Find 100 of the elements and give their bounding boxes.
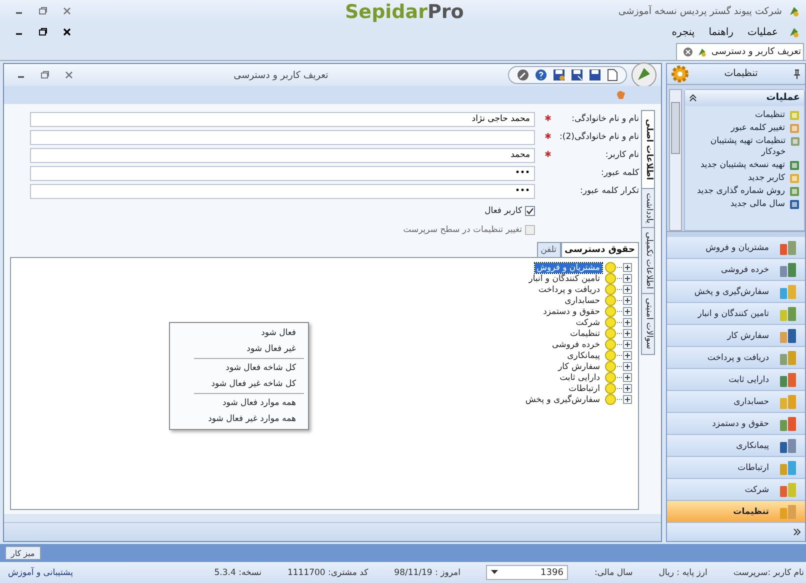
menu-item[interactable]: کل شاخه غیر فعال شود	[170, 376, 308, 392]
app-logo-icon	[631, 62, 657, 88]
module-button[interactable]: مشتریان و فروش	[667, 237, 805, 260]
restore-icon[interactable]	[38, 27, 48, 37]
save-icon[interactable]	[589, 69, 601, 81]
tree-item[interactable]: ارتباطات	[566, 384, 602, 394]
expand-icon[interactable]	[623, 329, 632, 338]
collapse-icon[interactable]	[689, 94, 697, 102]
expand-icon[interactable]	[623, 296, 632, 305]
expand-icon[interactable]	[623, 340, 632, 349]
status-version: نسخه: 5.3.4	[214, 568, 262, 578]
save-close-icon[interactable]	[553, 69, 565, 81]
expand-icon[interactable]	[623, 395, 632, 404]
module-icon	[779, 416, 797, 432]
task-link[interactable]: تهیه نسخه پشتیبان جدید	[700, 160, 785, 171]
tab[interactable]: تلفن	[536, 242, 561, 258]
vertical-tab[interactable]: یادداشت	[641, 188, 655, 228]
expand-icon[interactable]	[623, 274, 632, 283]
expand-icon[interactable]	[623, 384, 632, 393]
module-button[interactable]: ارتباطات	[667, 457, 805, 480]
task-link[interactable]: تنظیمات تهیه پشتیبان خودکار	[689, 136, 786, 158]
tree-item[interactable]: سفارش‌گیری و پخش	[523, 394, 602, 404]
tree-item[interactable]: دریافت و پرداخت	[536, 284, 602, 294]
tree-item[interactable]: مشتریان و فروش	[534, 262, 602, 272]
input-field[interactable]: •••	[30, 184, 535, 198]
tree-item[interactable]: تنظیمات	[568, 328, 602, 338]
task-link[interactable]: روش شماره گذاری جدید	[696, 186, 785, 197]
vertical-tab[interactable]: اطلاعات تکمیلی	[641, 227, 655, 294]
module-icon	[779, 460, 797, 476]
expand-icon[interactable]	[623, 307, 632, 316]
chevron-icon[interactable]	[793, 528, 801, 536]
menu-item[interactable]: پنجره	[668, 26, 699, 38]
task-link[interactable]: تغییر کلمه عبور	[730, 122, 785, 134]
module-button[interactable]: شرکت	[667, 479, 805, 502]
tree-item[interactable]: پیمانکاری	[565, 350, 602, 360]
menu-item[interactable]: کل شاخه فعال شود	[170, 360, 308, 376]
menu-item[interactable]: راهنما	[704, 26, 738, 38]
module-button[interactable]: خرده فروشی	[667, 259, 805, 282]
menu-item[interactable]: همه موارد غیر فعال شود	[170, 411, 308, 427]
tree-item[interactable]: سفارش کار	[556, 362, 602, 372]
vertical-tab[interactable]: سوالات امنیتی	[641, 293, 655, 355]
module-button[interactable]: تنظیمات	[667, 501, 805, 524]
input-field[interactable]: محمد حاجی نژاد	[30, 112, 535, 126]
module-button[interactable]: سفارش کار	[667, 325, 805, 348]
expand-icon[interactable]	[623, 351, 632, 360]
expand-icon[interactable]	[623, 362, 632, 371]
fiscal-year-dropdown[interactable]: 1396	[486, 565, 568, 580]
scrollbar[interactable]	[669, 88, 682, 232]
wrench-icon[interactable]	[517, 69, 529, 81]
status-circle-icon	[605, 361, 616, 372]
menu-item[interactable]: همه موارد فعال شود	[170, 395, 308, 411]
status-customer-code: کد مشتری: 1111700	[287, 568, 368, 578]
field-label: نام کاربر:	[604, 150, 639, 160]
status-circle-icon	[605, 350, 616, 361]
task-icon	[790, 136, 800, 147]
menu-item[interactable]: غیر فعال شود	[170, 341, 308, 357]
expand-icon[interactable]	[623, 285, 632, 294]
expand-icon[interactable]	[623, 373, 632, 382]
gear-icon	[671, 64, 689, 83]
pin-icon[interactable]	[793, 68, 801, 79]
close-icon[interactable]	[62, 27, 72, 37]
module-button[interactable]: حسابداری	[667, 391, 805, 414]
vertical-tab[interactable]: اطلاعات اصلی	[641, 110, 655, 190]
tab[interactable]: حقوق دسترسی	[560, 242, 639, 258]
status-circle-icon	[605, 262, 616, 273]
section-header[interactable]: عملیات	[685, 90, 804, 106]
logo: SepidarPro	[345, 1, 464, 23]
expand-icon[interactable]	[623, 263, 632, 272]
save-new-icon[interactable]	[571, 69, 583, 81]
task-link[interactable]: سال مالی جدید	[730, 198, 785, 210]
desktop-button[interactable]: میز کار	[5, 546, 41, 560]
window-title: تعریف کاربر و دسترسی	[232, 70, 330, 80]
module-button[interactable]: تامین کنندگان و انبار	[667, 303, 805, 326]
input-field[interactable]	[30, 130, 535, 144]
help-icon[interactable]	[535, 69, 547, 81]
module-button[interactable]: حقوق و دستمزد	[667, 413, 805, 436]
task-link[interactable]: تنظیمات	[755, 110, 785, 121]
tree-item[interactable]: شرکت	[574, 318, 602, 328]
checkbox[interactable]	[525, 206, 535, 216]
module-button[interactable]: پیمانکاری	[667, 435, 805, 458]
menu-item[interactable]: عملیات	[743, 26, 782, 38]
document-tab[interactable]: تعریف کاربر و دسترسی	[676, 43, 804, 60]
new-document-icon[interactable]	[607, 69, 618, 81]
tree-item[interactable]: دارایی ثابت	[558, 372, 602, 382]
dropdown-arrow-icon	[491, 570, 498, 575]
menu-item[interactable]: فعال شود	[170, 325, 308, 341]
field-label: تکرار کلمه عبور:	[579, 186, 639, 196]
input-field[interactable]: محمد	[30, 148, 535, 162]
tree-item[interactable]: تامین کنندگان و انبار	[526, 274, 602, 284]
module-button[interactable]: سفارش‌گیری و پخش	[667, 281, 805, 304]
task-link[interactable]: کاربر جدید	[748, 172, 785, 184]
input-field[interactable]: •••	[30, 166, 535, 180]
tree-item[interactable]: حسابداری	[562, 296, 602, 306]
expand-icon[interactable]	[623, 318, 632, 327]
support-link[interactable]: پشتیبانی و آموزش	[8, 568, 73, 578]
module-button[interactable]: دارایی ثابت	[667, 369, 805, 392]
module-button[interactable]: دریافت و پرداخت	[667, 347, 805, 370]
tree-item[interactable]: حقوق و دستمزد	[541, 306, 602, 316]
tree-item[interactable]: خرده فروشی	[550, 340, 602, 350]
status-circle-icon	[605, 394, 616, 405]
